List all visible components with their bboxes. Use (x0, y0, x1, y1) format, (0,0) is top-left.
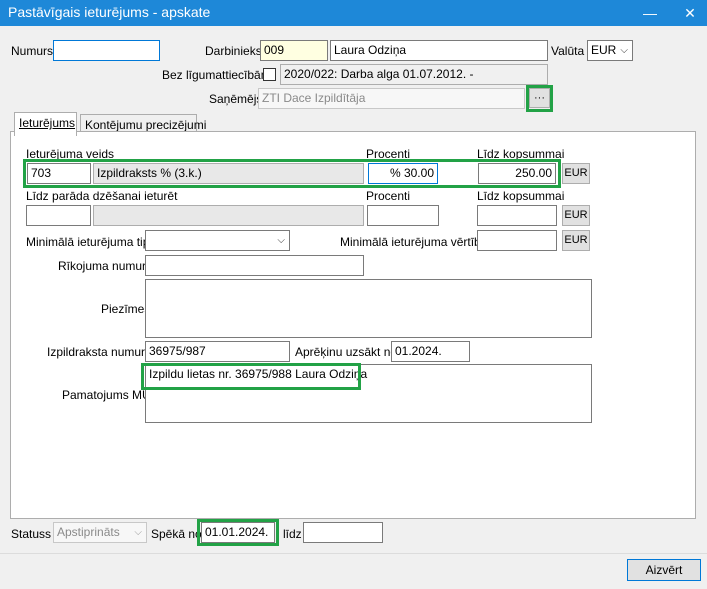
rikojuma-input[interactable] (145, 255, 364, 276)
close-icon[interactable]: ✕ (676, 2, 704, 24)
numurs-input[interactable] (53, 40, 160, 61)
lidz-parada-name-field (93, 205, 364, 226)
piezimes-label: Piezīmes (101, 302, 151, 316)
tab-ieturejums[interactable]: Ieturējums (14, 112, 77, 136)
minimize-icon[interactable]: — (636, 2, 664, 24)
highlight-pamatojums (141, 363, 361, 390)
izpildraksta-label: Izpildraksta numurs (47, 345, 152, 359)
chevron-down-icon: ⌵ (277, 235, 285, 246)
chevron-down-icon: ⌵ (620, 45, 628, 56)
valuta-value: EUR (591, 43, 617, 57)
lidz-label: līdz (283, 527, 302, 541)
chevron-down-icon: ⌵ (134, 527, 142, 538)
sanemejs-label: Saņēmējs (209, 92, 263, 106)
lidz-kopsummai2-input[interactable] (477, 205, 557, 226)
ligums-field: 2020/022: Darba alga 01.07.2012. - (280, 64, 548, 85)
lidz-parada-code-input[interactable] (26, 205, 91, 226)
highlight-speka (197, 519, 279, 546)
statuss-select[interactable]: Apstiprināts ⌵ (53, 522, 147, 543)
highlight-browse (526, 85, 553, 112)
piezimes-textarea[interactable] (145, 279, 592, 338)
aprekinu-label: Aprēķinu uzsākt no (295, 345, 398, 359)
pamatojums-label: Pamatojums MU (62, 388, 151, 402)
currency-button-3[interactable]: EUR (562, 230, 590, 251)
statuss-label: Statuss (11, 527, 52, 541)
valuta-select[interactable]: EUR ⌵ (587, 40, 633, 61)
min-vertiba-label: Minimālā ieturējuma vērtība (340, 235, 488, 249)
darbinieks-code-input[interactable]: 009 (260, 40, 328, 61)
procenti2-input[interactable] (367, 205, 439, 226)
rikojuma-label: Rīkojuma numurs (58, 259, 153, 273)
currency-button-2[interactable]: EUR (562, 205, 590, 226)
speka-label: Spēkā no (151, 527, 202, 541)
sanemejs-input[interactable]: ZTI Dace Izpildītāja (258, 88, 525, 109)
izpildraksta-input[interactable]: 36975/987 (145, 341, 290, 362)
bez-ligumattiecibam-checkbox[interactable] (263, 68, 276, 81)
valuta-label: Valūta (551, 44, 585, 58)
procenti2-label: Procenti (366, 189, 411, 203)
lidz-parada-label: Līdz parāda dzēšanai ieturēt (26, 189, 178, 203)
window-title: Pastāvīgais ieturējums - apskate (8, 4, 211, 20)
aprekinu-input[interactable]: 01.2024. (391, 341, 470, 362)
min-vertiba-input[interactable] (477, 230, 557, 251)
min-tips-select[interactable]: ⌵ (145, 230, 290, 251)
numurs-label: Numurs (11, 44, 54, 58)
lidz-kopsummai2-label: Līdz kopsummai (477, 189, 565, 203)
tab-ieturejums-label: Ieturējums (19, 116, 76, 130)
tab-kontejumu-label: Kontējumu precizējumi (85, 118, 207, 132)
lidz-input[interactable] (303, 522, 383, 543)
highlight-veids-row (23, 159, 561, 188)
bez-ligumattiecibam-label: Bez līgumattiecībām (162, 68, 271, 82)
darbinieks-name-input[interactable]: Laura Odziņa (330, 40, 548, 61)
currency-button-1[interactable]: EUR (562, 163, 590, 184)
darbinieks-label: Darbinieks (205, 44, 262, 58)
footer-divider (0, 553, 707, 554)
statuss-value: Apstiprināts (57, 525, 120, 539)
min-tips-label: Minimālā ieturējuma tips (26, 235, 156, 249)
aizvert-button[interactable]: Aizvērt (627, 559, 701, 581)
title-bar: Pastāvīgais ieturējums - apskate — ✕ (0, 0, 707, 26)
